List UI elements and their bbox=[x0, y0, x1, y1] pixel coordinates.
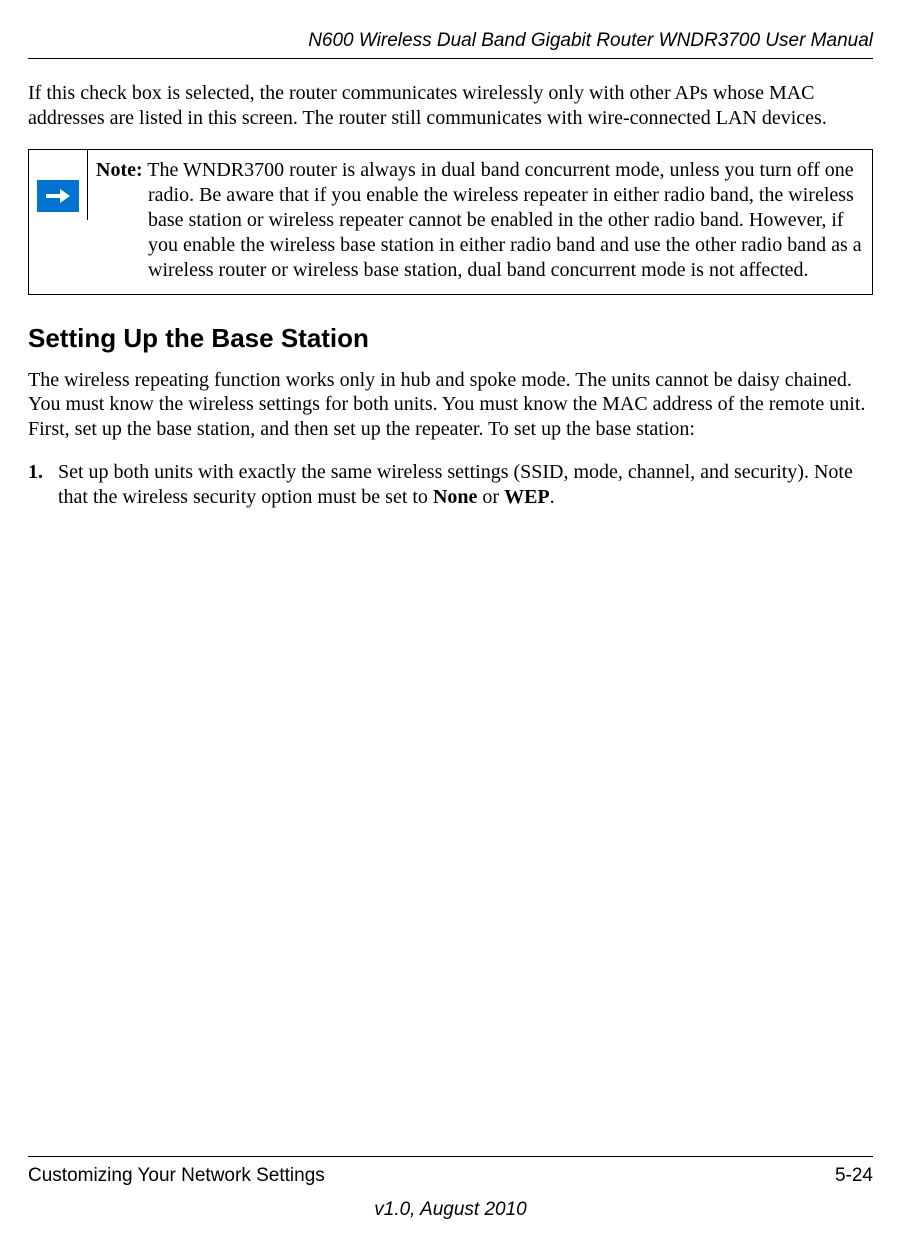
step1-mid: or bbox=[477, 486, 504, 508]
list-item: 1. Set up both units with exactly the sa… bbox=[28, 460, 873, 510]
step1-bold-wep: WEP bbox=[504, 486, 550, 508]
note-label: Note: bbox=[96, 159, 143, 181]
page-header-title: N600 Wireless Dual Band Gigabit Router W… bbox=[28, 30, 873, 52]
page-footer: Customizing Your Network Settings 5-24 v… bbox=[28, 1156, 873, 1221]
intro-paragraph: If this check box is selected, the route… bbox=[28, 81, 873, 131]
note-body: The WNDR3700 router is always in dual ba… bbox=[143, 159, 862, 282]
note-text: Note: The WNDR3700 router is always in d… bbox=[88, 150, 872, 294]
arrow-right-icon bbox=[37, 180, 79, 212]
step1-bold-none: None bbox=[433, 486, 477, 508]
footer-page-number: 5-24 bbox=[835, 1165, 873, 1187]
step1-post: . bbox=[550, 486, 555, 508]
note-icon-cell bbox=[29, 150, 88, 220]
section-heading: Setting Up the Base Station bbox=[28, 323, 873, 354]
footer-version: v1.0, August 2010 bbox=[28, 1199, 873, 1221]
list-body: Set up both units with exactly the same … bbox=[58, 460, 873, 510]
section-paragraph: The wireless repeating function works on… bbox=[28, 368, 873, 442]
header-rule bbox=[28, 58, 873, 59]
note-box: Note: The WNDR3700 router is always in d… bbox=[28, 149, 873, 295]
footer-rule bbox=[28, 1156, 873, 1157]
footer-section-name: Customizing Your Network Settings bbox=[28, 1165, 325, 1187]
list-number: 1. bbox=[28, 460, 58, 510]
